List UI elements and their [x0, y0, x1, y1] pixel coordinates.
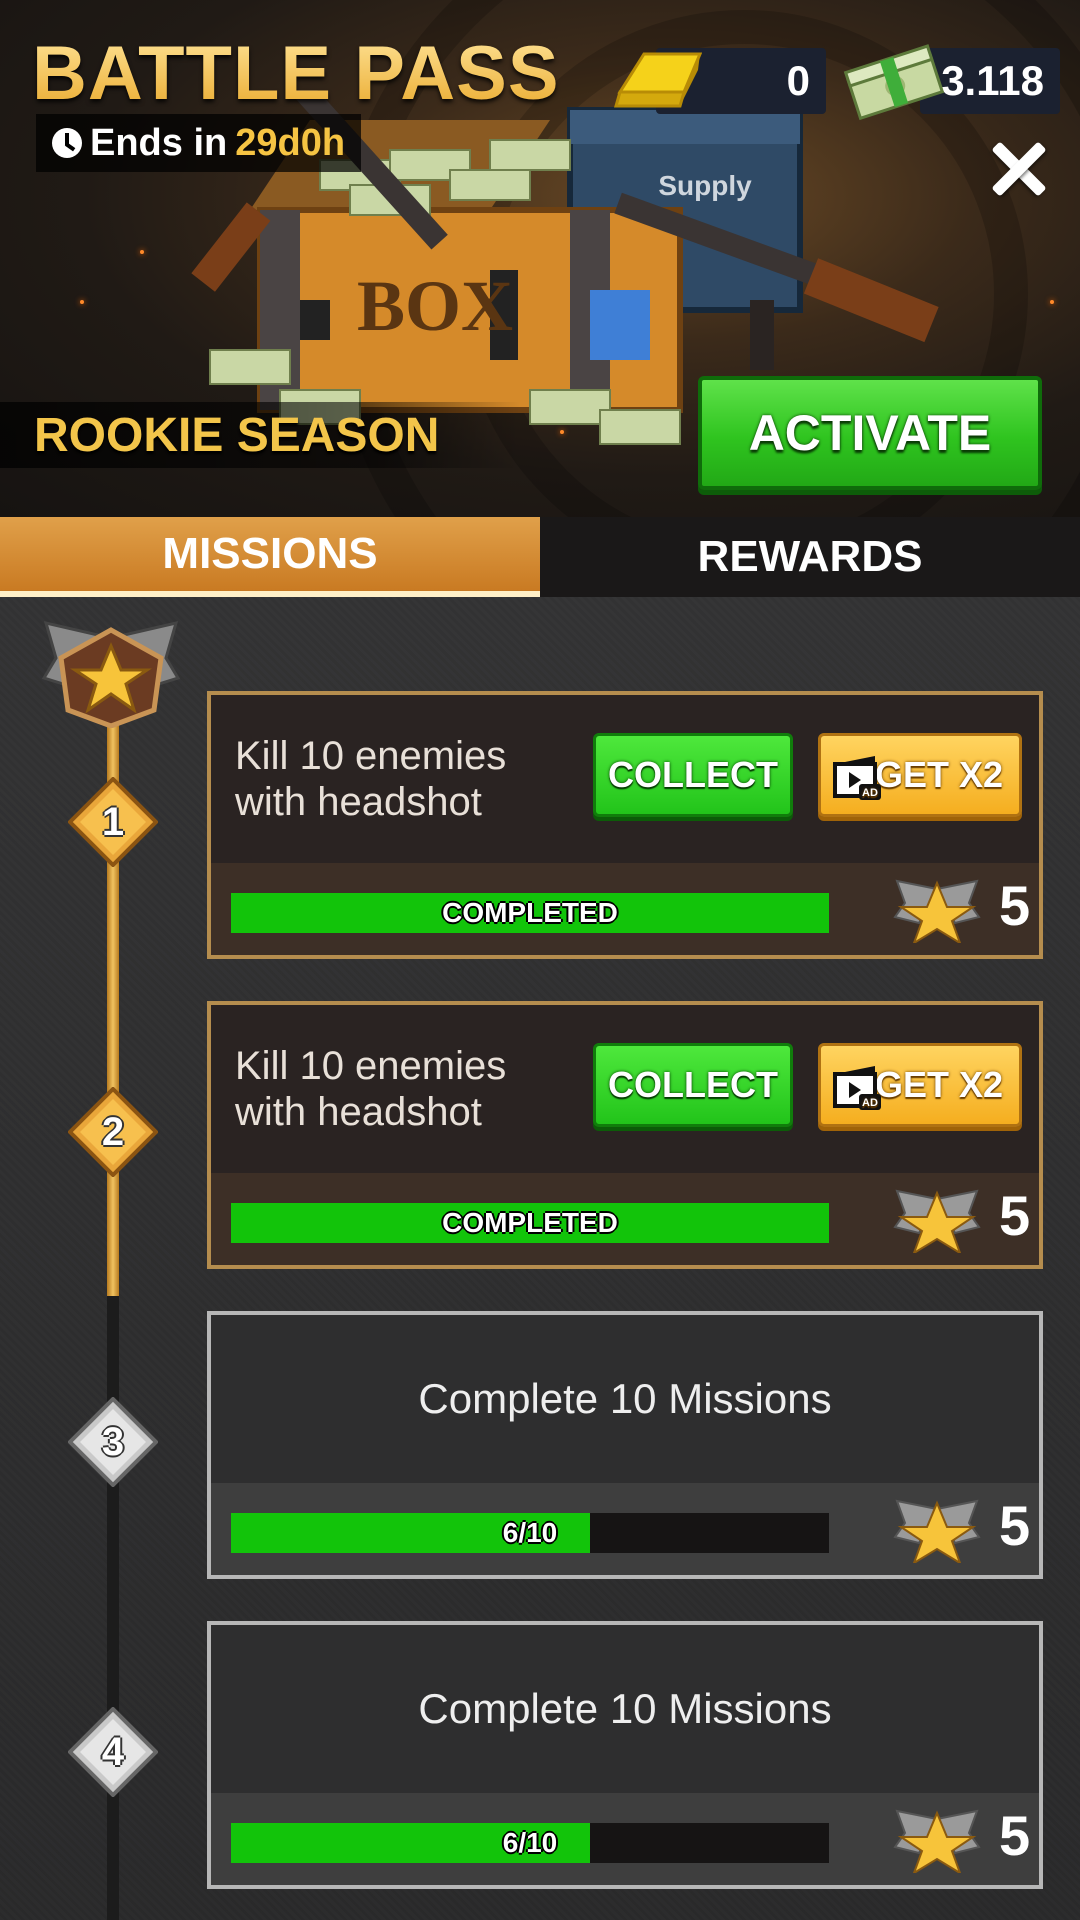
progress-bar: COMPLETED — [231, 893, 829, 933]
box-text: BOX — [357, 266, 513, 346]
supply-crate-lid — [570, 110, 800, 144]
mission-progress-row: COMPLETED 5 — [211, 863, 1039, 955]
mission-description: Complete 10 Missions — [418, 1685, 832, 1732]
reward-amount: 5 — [999, 1494, 1031, 1557]
mission-node-4: 4 — [67, 1706, 159, 1798]
mission-progress-row: 6/10 5 — [211, 1793, 1039, 1885]
mission-description: Kill 10 enemies with headshot — [235, 733, 506, 825]
ad-badge: AD — [862, 1097, 878, 1109]
get-x2-button[interactable]: AD GET X2 — [818, 733, 1022, 817]
mission-card-body: Complete 10 Missions — [211, 1625, 1039, 1793]
season-name: ROOKIE SEASON — [34, 409, 440, 462]
mission-progress-row: 6/10 5 — [211, 1483, 1039, 1575]
clock-icon — [52, 128, 82, 158]
progress-label: 6/10 — [502, 1517, 558, 1548]
timer-value: 29d0h — [235, 121, 346, 164]
progress-label: COMPLETED — [442, 1207, 618, 1238]
collect-button[interactable]: COLLECT — [593, 1043, 793, 1127]
get-x2-button[interactable]: AD GET X2 — [818, 1043, 1022, 1127]
page-title: BATTLE PASS — [32, 31, 560, 116]
progress-track-remaining — [107, 1296, 119, 1920]
progress-bar: COMPLETED — [231, 1203, 829, 1243]
mission-number: 4 — [101, 1729, 125, 1774]
rank-emblem-icon — [41, 620, 181, 728]
progress-bar: 6/10 — [231, 1513, 829, 1553]
progress-label: 6/10 — [502, 1827, 558, 1858]
reward-amount: 5 — [999, 874, 1031, 937]
timer-prefix: Ends in — [90, 121, 228, 164]
close-button[interactable] — [990, 140, 1048, 198]
activate-button[interactable]: ACTIVATE — [698, 376, 1042, 490]
magazine-box — [590, 290, 650, 360]
reward-amount: 5 — [999, 1804, 1031, 1867]
mission-text-line: Kill 10 enemies — [235, 1044, 507, 1088]
mission-node-1: 1 — [67, 776, 159, 868]
mission-description: Complete 10 Missions — [418, 1375, 832, 1422]
money-stack — [489, 139, 571, 171]
gold-amount: 0 — [786, 57, 810, 104]
tab-rewards[interactable]: REWARDS — [540, 517, 1080, 597]
spark — [1050, 300, 1054, 304]
mission-node-3: 3 — [67, 1396, 159, 1488]
rank-star-icon — [893, 1499, 981, 1563]
video-ad-icon: AD — [833, 756, 881, 800]
supply-text: Supply — [658, 170, 752, 201]
mission-card: Complete 10 Missions 6/10 5 — [207, 1621, 1043, 1889]
mission-card: Complete 10 Missions 6/10 5 — [207, 1311, 1043, 1579]
mission-number: 1 — [101, 799, 125, 844]
reward-amount: 5 — [999, 1184, 1031, 1247]
gold-bar-icon — [614, 52, 702, 108]
money-stack — [209, 349, 291, 385]
mission-card: Kill 10 enemies with headshot COLLECT AD… — [207, 1001, 1043, 1269]
mission-node-2: 2 — [67, 1086, 159, 1178]
mission-card-body: Complete 10 Missions — [211, 1315, 1039, 1483]
mission-description: Kill 10 enemies with headshot — [235, 1043, 506, 1135]
money-stack — [449, 169, 531, 201]
get-x2-label: GET X2 — [874, 1064, 1003, 1105]
mission-card: Kill 10 enemies with headshot COLLECT AD… — [207, 691, 1043, 959]
crate-latch — [300, 300, 330, 340]
tab-bar: MISSIONS REWARDS — [0, 517, 1080, 597]
season-timer: Ends in 29d0h — [36, 114, 362, 172]
tab-missions[interactable]: MISSIONS — [0, 517, 540, 597]
mission-text-line: with headshot — [235, 1090, 482, 1134]
cash-stack-icon — [843, 44, 945, 121]
money-stack — [599, 409, 681, 445]
mission-card-body: Kill 10 enemies with headshot COLLECT AD… — [211, 695, 1039, 863]
rank-star-icon — [893, 879, 981, 943]
rank-star-icon — [893, 1809, 981, 1873]
ad-badge: AD — [862, 787, 878, 799]
progress-bar: 6/10 — [231, 1823, 829, 1863]
rank-star-icon — [893, 1189, 981, 1253]
mission-text-line: Kill 10 enemies — [235, 734, 507, 778]
progress-label: COMPLETED — [442, 897, 618, 928]
mission-number: 2 — [101, 1109, 125, 1154]
spark — [80, 300, 84, 304]
get-x2-label: GET X2 — [874, 754, 1003, 795]
hero-banner: Supply BOX BATTLE PASS Ends in 29d0h 0 3… — [0, 0, 1080, 517]
mission-progress-row: COMPLETED 5 — [211, 1173, 1039, 1265]
collect-button[interactable]: COLLECT — [593, 733, 793, 817]
mission-number: 3 — [101, 1419, 125, 1464]
mission-card-body: Kill 10 enemies with headshot COLLECT AD… — [211, 1005, 1039, 1173]
cash-amount: 3.118 — [941, 57, 1044, 104]
money-stack — [529, 389, 611, 425]
spark — [140, 250, 144, 254]
mission-text-line: with headshot — [235, 780, 482, 824]
video-ad-icon: AD — [833, 1066, 881, 1110]
